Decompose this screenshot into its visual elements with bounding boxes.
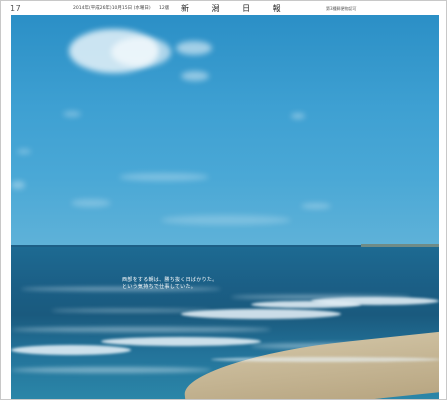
cloud — [63, 111, 81, 117]
caption-line: 西部をする朝は、勝ち抜く日ばかりた。 — [122, 277, 218, 283]
wave — [101, 337, 261, 346]
photo-caption: 西部をする朝は、勝ち抜く日ばかりた。 という気持ちで仕事していた。 — [122, 277, 218, 291]
cloud — [161, 215, 291, 225]
newspaper-page: 17 2014年(平成26年)10月15日 (水曜日) 12版 新 潟 日 報 … — [0, 0, 447, 400]
wave — [11, 327, 271, 332]
cloud — [71, 199, 111, 207]
cloud — [181, 71, 209, 81]
edition-label: 12版 — [159, 6, 170, 11]
page-header: 17 2014年(平成26年)10月15日 (水曜日) 12版 新 潟 日 報 … — [1, 1, 446, 15]
page-number: 17 — [10, 4, 22, 13]
cloud — [17, 149, 31, 154]
postal-note: 第3種郵便物認可 — [326, 6, 357, 11]
sea — [11, 247, 439, 399]
cloud — [301, 203, 331, 209]
wave — [11, 367, 211, 373]
wave — [181, 309, 341, 319]
wave — [11, 345, 131, 355]
cloud — [11, 181, 25, 189]
wave — [251, 301, 361, 308]
newspaper-masthead: 新 潟 日 報 — [181, 4, 291, 13]
issue-date: 2014年(平成26年)10月15日 (水曜日) — [73, 6, 151, 11]
cloud — [119, 173, 209, 181]
cloud — [291, 113, 305, 119]
sky — [11, 15, 439, 247]
cloud — [111, 37, 171, 67]
wave — [211, 357, 439, 362]
seascape-photo: 西部をする朝は、勝ち抜く日ばかりた。 という気持ちで仕事していた。 — [11, 15, 439, 399]
caption-line: という気持ちで仕事していた。 — [122, 284, 197, 290]
cloud — [176, 41, 212, 55]
